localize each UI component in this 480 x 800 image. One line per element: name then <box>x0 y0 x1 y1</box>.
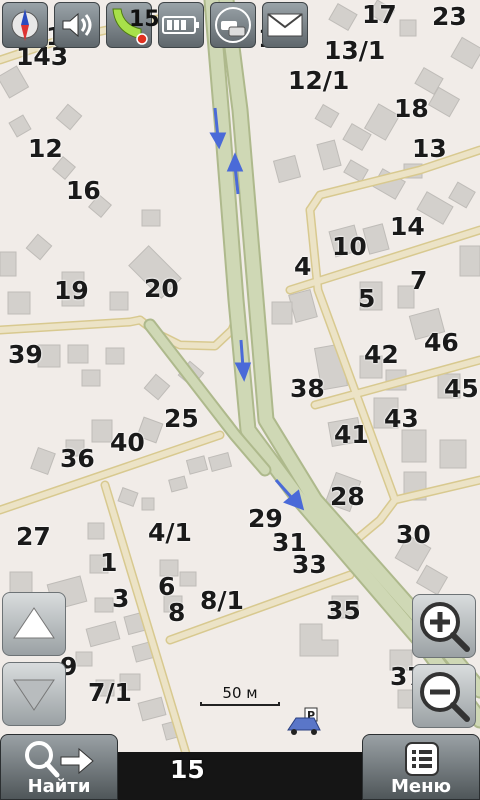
traffic-icon <box>215 7 251 43</box>
volume-icon <box>62 12 92 38</box>
volume-button[interactable] <box>54 2 100 48</box>
find-button[interactable]: Найти <box>0 734 118 800</box>
battery-button[interactable] <box>158 2 204 48</box>
house-number-label: 25 <box>164 404 199 433</box>
house-number-label: 7 <box>410 266 428 295</box>
house-number-label: 23 <box>432 2 467 31</box>
house-number-label: 45 <box>444 374 479 403</box>
house-number-label: 12/1 <box>288 66 350 95</box>
zoom-out-icon <box>420 672 470 722</box>
house-number-label: 20 <box>144 274 179 303</box>
message-icon <box>267 13 303 37</box>
house-number-label: 4/1 <box>148 518 192 547</box>
scale-label: 50 м <box>222 684 258 702</box>
menu-list-icon <box>405 742 439 776</box>
gps-status-button[interactable]: 15 <box>106 2 160 48</box>
house-number-label: 42 <box>364 340 399 369</box>
street-number-label: 15 <box>170 755 205 784</box>
find-label: Найти <box>27 776 91 797</box>
house-number-label: 19 <box>54 276 89 305</box>
house-number-label: 10 <box>332 232 367 261</box>
house-number-label: 13 <box>412 134 447 163</box>
compass-icon <box>11 9 39 41</box>
house-number-label: 3 <box>112 584 130 613</box>
scale-bar <box>200 702 280 706</box>
house-number-label: 40 <box>110 428 145 457</box>
tilt-down-button[interactable] <box>2 662 66 726</box>
menu-label: Меню <box>390 776 452 797</box>
house-number-label: 7/1 <box>88 678 132 707</box>
house-number-label: 5 <box>358 284 376 313</box>
house-number-label: 33 <box>292 550 327 579</box>
messages-button[interactable] <box>262 2 308 48</box>
arrow-down-icon <box>13 679 55 711</box>
house-number-label: 8/1 <box>200 586 244 615</box>
house-number-label: 12 <box>28 134 63 163</box>
house-number-label: 8 <box>168 598 186 627</box>
zoom-in-button[interactable] <box>412 594 476 658</box>
house-number-label: 16 <box>66 176 101 205</box>
arrow-up-icon <box>13 607 55 639</box>
house-number-label: 36 <box>60 444 95 473</box>
house-number-label: 27 <box>16 522 51 551</box>
zoom-in-icon <box>420 602 470 652</box>
tilt-up-button[interactable] <box>2 592 66 656</box>
zoom-out-button[interactable] <box>412 664 476 728</box>
house-number-label: 13/1 <box>324 36 386 65</box>
battery-icon <box>162 16 199 34</box>
house-number-label: 28 <box>330 482 365 511</box>
house-number-label: 38 <box>290 374 325 403</box>
house-number-label: 14 <box>390 212 425 241</box>
house-number-label: 30 <box>396 520 431 549</box>
map-scale: 50 м <box>200 684 280 706</box>
house-number-label: 39 <box>8 340 43 369</box>
house-number-label: 17 <box>362 0 397 29</box>
house-number-label: 46 <box>424 328 459 357</box>
house-number-label: 1 <box>100 548 118 577</box>
house-number-label: 35 <box>326 596 361 625</box>
house-number-label: 6 <box>158 572 176 601</box>
house-number-label: 4 <box>294 252 312 281</box>
compass-button[interactable] <box>2 2 48 48</box>
house-number-label: 43 <box>384 404 419 433</box>
traffic-button[interactable] <box>210 2 256 48</box>
menu-button[interactable]: Меню <box>362 734 480 800</box>
house-number-label: 18 <box>394 94 429 123</box>
satellite-count: 15 <box>129 7 160 32</box>
house-number-label: 41 <box>334 420 369 449</box>
